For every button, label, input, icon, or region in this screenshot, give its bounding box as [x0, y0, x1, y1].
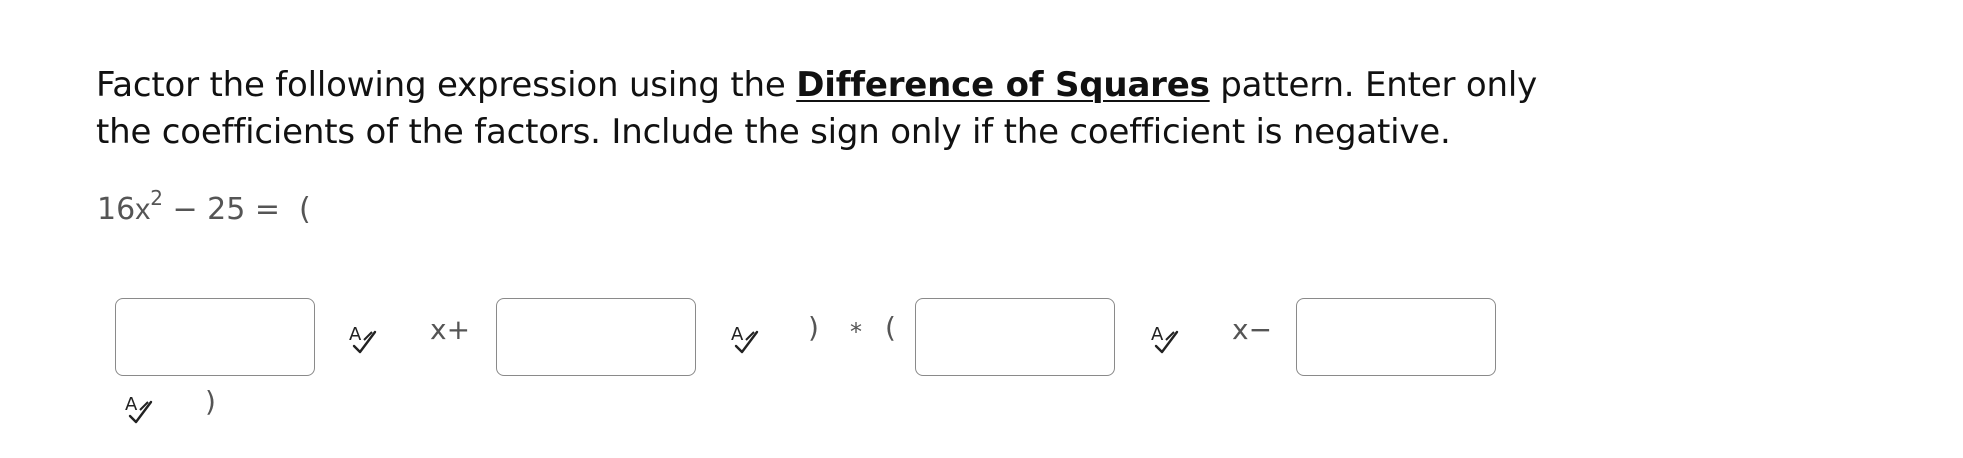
spell-check-icon[interactable]: A: [728, 322, 762, 356]
expression-rest: − 25 = (: [162, 192, 311, 227]
difference-of-squares-link[interactable]: Difference of Squares: [796, 65, 1210, 105]
final-close-paren-token: ): [205, 385, 216, 418]
question-prompt: Factor the following expression using th…: [96, 62, 1576, 156]
spell-check-icon[interactable]: A: [1148, 322, 1182, 356]
spell-check-icon[interactable]: A: [346, 322, 380, 356]
svg-text:A: A: [1151, 324, 1164, 345]
svg-text:A: A: [349, 324, 362, 345]
first-factor-constant-input[interactable]: [496, 298, 696, 376]
expression: 16x2 − 25 = (: [97, 188, 311, 230]
expression-exponent: 2: [150, 186, 163, 210]
multiply-token: *: [850, 318, 862, 346]
spell-check-icon[interactable]: A: [122, 392, 156, 426]
x-plus-token: x+: [430, 313, 471, 346]
open-paren-token: (: [885, 311, 896, 344]
second-factor-constant-input[interactable]: [1296, 298, 1496, 376]
close-paren-token: ): [808, 311, 819, 344]
first-factor-x-coefficient-input[interactable]: [115, 298, 315, 376]
x-minus-token: x−: [1232, 313, 1273, 346]
expression-variable: x: [135, 193, 151, 226]
prompt-text-start: Factor the following expression using th…: [96, 65, 797, 105]
svg-text:A: A: [125, 394, 138, 415]
second-factor-x-coefficient-input[interactable]: [915, 298, 1115, 376]
svg-text:A: A: [731, 324, 744, 345]
expression-coefficient: 16: [97, 192, 136, 227]
